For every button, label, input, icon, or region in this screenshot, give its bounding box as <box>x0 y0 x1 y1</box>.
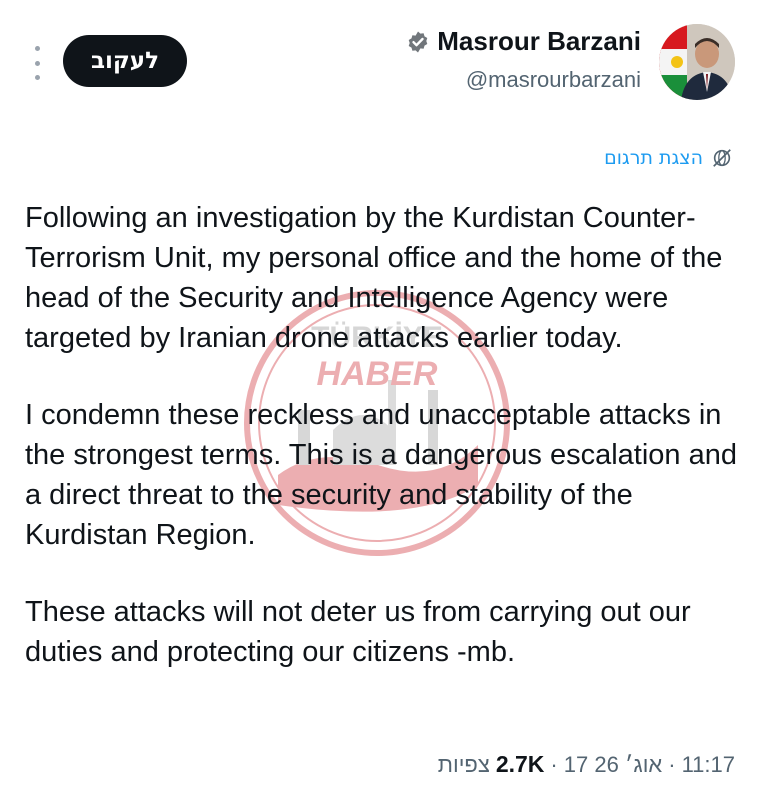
tweet-date[interactable]: 17 אוג׳ 26 <box>564 752 663 778</box>
tweet-time[interactable]: 11:17 <box>682 752 735 778</box>
follow-button[interactable]: לעקוב <box>63 35 187 87</box>
more-dot <box>34 60 40 66</box>
user-info[interactable]: Masrour Barzani @masrourbarzani <box>406 26 641 93</box>
tweet-paragraph: These attacks will not deter us from car… <box>25 596 691 668</box>
translate-label: הצגת תרגום <box>604 147 703 169</box>
more-dot <box>34 75 40 80</box>
tweet-body: Following an investigation by the Kurdis… <box>25 198 745 709</box>
avatar-image <box>659 24 735 100</box>
user-handle[interactable]: @masrourbarzani <box>406 67 641 93</box>
name-row: Masrour Barzani <box>406 26 641 57</box>
tweet-paragraph: I condemn these reckless and unacceptabl… <box>25 399 737 551</box>
separator-dot: · <box>668 752 676 777</box>
globe-strike-icon <box>713 149 731 167</box>
more-options-icon[interactable] <box>30 46 44 80</box>
tweet-header: לעקוב Masrour Barzani @masrourbarzani <box>0 18 759 108</box>
display-name[interactable]: Masrour Barzani <box>437 26 641 57</box>
tweet-paragraph: Following an investigation by the Kurdis… <box>25 202 723 354</box>
avatar[interactable] <box>659 24 735 100</box>
views-count[interactable]: 2.7K <box>496 751 545 778</box>
separator-dot: · <box>550 752 558 777</box>
views-label: צפיות <box>437 752 490 777</box>
tweet-meta: צפיות 2.7K · 17 אוג׳ 26 · 11:17 <box>438 751 735 778</box>
more-dot <box>34 46 40 51</box>
show-translation-link[interactable]: הצגת תרגום <box>604 147 733 169</box>
verified-badge-icon <box>408 31 428 52</box>
